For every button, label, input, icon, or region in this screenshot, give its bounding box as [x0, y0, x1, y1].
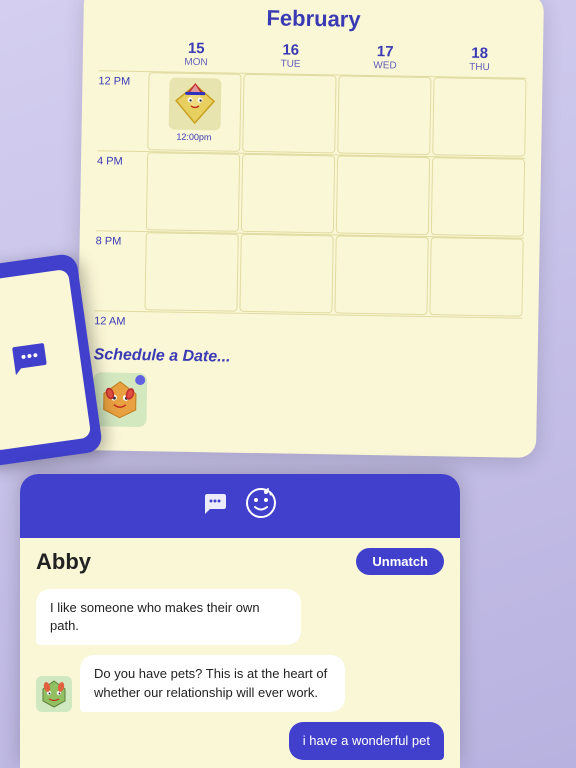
chat-name-row: Abby Unmatch — [20, 538, 460, 581]
schedule-label: Schedule a Date... — [93, 346, 521, 371]
event-avatar — [168, 78, 221, 131]
time-row-4pm: 4 PM — [96, 150, 525, 237]
day-cell-tue-12pm[interactable] — [242, 74, 336, 154]
day-cell-thu-8pm[interactable] — [429, 237, 523, 317]
day-cell-wed-4pm[interactable] — [336, 155, 430, 235]
day-header-mon: 15 MON — [149, 39, 244, 73]
day-cell-mon-8pm[interactable] — [144, 232, 238, 312]
schedule-avatars — [92, 372, 521, 433]
schedule-section: Schedule a Date... — [92, 338, 522, 441]
calendar-grid: 12 PM — [94, 70, 526, 337]
phone-screen-icon — [7, 334, 53, 386]
message-row-3: i have a wonderful pet — [36, 722, 444, 760]
day-cells-8pm — [144, 232, 523, 317]
chat-header — [20, 474, 460, 538]
day-cells-12pm: 12:00pm — [147, 72, 526, 157]
day-cell-thu-12pm[interactable] — [432, 77, 526, 157]
calendar-month: February — [99, 2, 527, 35]
event-bubble: 12:00pm — [152, 77, 236, 142]
day-cells-4pm — [146, 152, 525, 237]
calendar-card: February 15 MON 16 TUE 17 WED 18 THU 12 … — [76, 0, 544, 458]
message-row-2: Do you have pets? This is at the heart o… — [36, 655, 444, 711]
event-time: 12:00pm — [176, 132, 211, 143]
day-cell-wed-8pm[interactable] — [334, 235, 428, 315]
schedule-avatar-1[interactable] — [92, 372, 147, 427]
time-label-12pm: 12 PM — [98, 71, 148, 88]
message-bubble-3: i have a wonderful pet — [289, 722, 444, 760]
chat-messages: I like someone who makes their own path.… — [20, 581, 460, 768]
chat-panel: Abby Unmatch I like someone who makes th… — [20, 474, 460, 768]
day-cell-mon-4pm[interactable] — [146, 152, 240, 232]
time-label-4pm: 4 PM — [97, 151, 147, 168]
message-row-1: I like someone who makes their own path. — [36, 589, 444, 645]
day-header-tue: 16 TUE — [243, 41, 338, 75]
day-cell-tue-8pm[interactable] — [239, 234, 333, 314]
message-bubble-2: Do you have pets? This is at the heart o… — [80, 655, 345, 711]
unmatch-button[interactable]: Unmatch — [356, 548, 444, 575]
online-dot — [135, 375, 145, 385]
day-header-thu: 18 THU — [432, 44, 527, 78]
day-header-wed: 17 WED — [338, 42, 433, 76]
message-avatar-2 — [36, 676, 72, 712]
time-label-12am: 12 AM — [94, 311, 144, 328]
day-cell-wed-12pm[interactable] — [337, 75, 431, 155]
time-row-12pm: 12 PM — [97, 70, 526, 157]
chat-header-left-icon — [202, 490, 228, 522]
time-row-8pm: 8 PM — [94, 230, 523, 317]
day-cell-tue-4pm[interactable] — [241, 154, 335, 234]
phone-screen — [0, 269, 91, 451]
time-label-8pm: 8 PM — [96, 231, 146, 248]
day-cell-mon-12pm[interactable]: 12:00pm — [147, 72, 241, 152]
chat-user-name: Abby — [36, 549, 91, 575]
chat-header-smiley-icon[interactable] — [244, 486, 278, 526]
day-cell-thu-4pm[interactable] — [431, 157, 525, 237]
message-bubble-1: I like someone who makes their own path. — [36, 589, 301, 645]
